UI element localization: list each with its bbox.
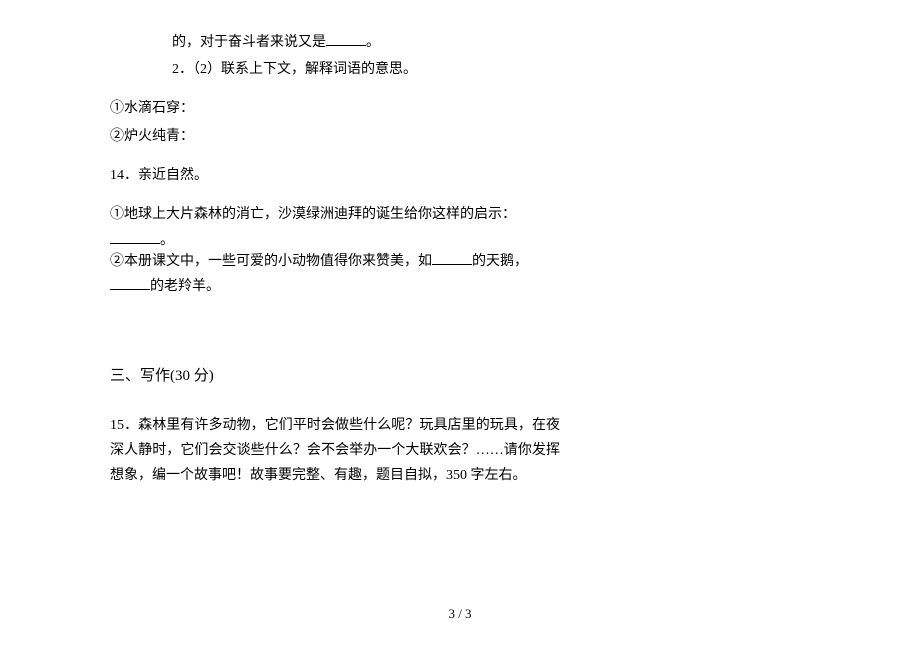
document-page: 的，对于奋斗者来说又是。 2．（2）联系上下文，解释词语的意思。 ①水滴石穿： … — [0, 0, 620, 530]
section3-heading-text: 三、写作(30 分) — [110, 368, 214, 384]
section3-heading: 三、写作(30 分) — [110, 364, 560, 385]
q14-p2: ②本册课文中，一些可爱的小动物值得你来赞美，如 的天鹅， 的老羚羊。 — [110, 249, 560, 299]
q13-sub2-text: ②炉火纯青： — [110, 129, 194, 144]
q14-title: 亲近自然。 — [138, 168, 208, 183]
q13-text-pre: 的，对于奋斗者来说又是 — [172, 35, 326, 50]
q13-sub1: ①水滴石穿： — [110, 96, 560, 121]
blank-fill — [110, 230, 160, 244]
q14-p2-post: 的老羚羊。 — [150, 279, 220, 294]
q14-p2-mid: 的天鹅， — [472, 254, 528, 269]
q13-text-post: 。 — [366, 35, 380, 50]
q14-p1: ①地球上大片森林的消亡，沙漠绿洲迪拜的诞生给你这样的启示： — [110, 202, 560, 227]
q13-item2-num: 2． — [172, 62, 193, 77]
q15-body: 15．森林里有许多动物，它们平时会做些什么呢？玩具店里的玩具，在夜深人静时，它们… — [110, 413, 560, 489]
q13-sub2: ②炉火纯青： — [110, 124, 560, 149]
q15-num: 15． — [110, 418, 138, 433]
blank-fill — [326, 32, 366, 46]
q14-heading: 14．亲近自然。 — [110, 163, 560, 188]
q14-p2-pre: ②本册课文中，一些可爱的小动物值得你来赞美，如 — [110, 254, 432, 269]
q13-continuation-line: 的，对于奋斗者来说又是 。 — [110, 30, 560, 55]
q14-num: 14． — [110, 168, 138, 183]
q15-text: 森林里有许多动物，它们平时会做些什么呢？玩具店里的玩具，在夜深人静时，它们会交谈… — [110, 418, 560, 483]
page-number-text: 3 / 3 — [448, 606, 471, 621]
blank-fill — [110, 276, 150, 290]
q13-item2: 2．（2）联系上下文，解释词语的意思。 — [110, 57, 560, 82]
page-number: 3 / 3 — [0, 606, 920, 622]
q14-p1-blank-row: 。 — [110, 229, 560, 249]
blank-fill — [432, 251, 472, 265]
q14-p1-text: ①地球上大片森林的消亡，沙漠绿洲迪拜的诞生给你这样的启示： — [110, 207, 516, 222]
q13-sub1-text: ①水滴石穿： — [110, 101, 194, 116]
q13-item2-text: （2）联系上下文，解释词语的意思。 — [193, 62, 417, 77]
q14-p1-post: 。 — [160, 233, 174, 248]
